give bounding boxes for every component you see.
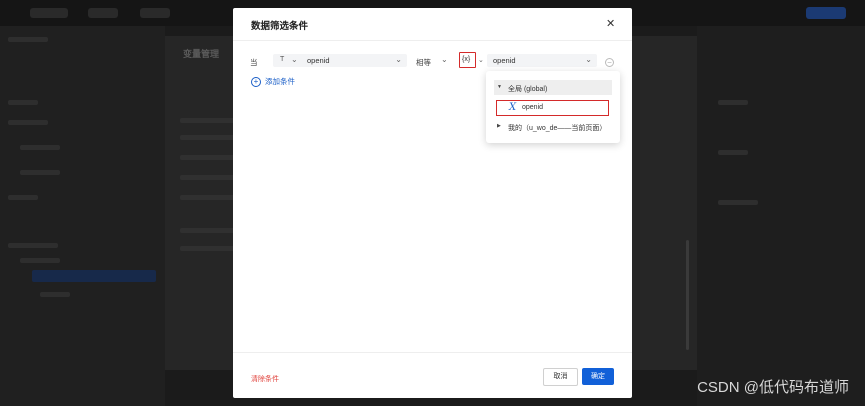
field-select[interactable]: T ⌄ openid ⌄ bbox=[273, 54, 407, 67]
group-label: 全局 (global) bbox=[508, 86, 548, 93]
ok-button[interactable]: 确定 bbox=[582, 368, 614, 385]
topbar-item bbox=[88, 8, 118, 18]
value-select[interactable]: openid ⌄ bbox=[487, 54, 597, 67]
sidebar-selected-item bbox=[32, 270, 156, 282]
filter-condition-modal: 数据筛选条件 ✕ 当 T ⌄ openid ⌄ 相等 ⌄ {x} ⌄ openi… bbox=[233, 8, 632, 398]
text-type-icon: T bbox=[280, 56, 285, 63]
chevron-down-icon: ⌄ bbox=[291, 55, 298, 64]
remove-condition-icon[interactable]: − bbox=[605, 58, 614, 67]
sidebar-line bbox=[8, 195, 38, 200]
variable-x-icon: X bbox=[509, 102, 517, 113]
add-condition-button[interactable]: + 添加条件 bbox=[251, 76, 295, 87]
sidebar-line bbox=[8, 243, 58, 248]
left-sidebar bbox=[0, 26, 165, 406]
chevron-down-icon: ⌄ bbox=[395, 55, 402, 64]
operator-select[interactable]: 相等 bbox=[416, 57, 431, 68]
close-icon[interactable]: ✕ bbox=[606, 17, 615, 30]
chevron-down-icon[interactable]: ⌄ bbox=[478, 56, 484, 64]
variable-dropdown: ▼ 全局 (global) X openid ▶ 我的（u_wo_de——当前页… bbox=[486, 71, 620, 143]
watermark: CSDN @低代码布道师 bbox=[697, 379, 849, 396]
variable-manager-title: 变量管理 bbox=[183, 49, 220, 59]
dropdown-group-mine[interactable]: ▶ 我的（u_wo_de——当前页面） bbox=[494, 119, 612, 134]
chevron-down-icon[interactable]: ⌄ bbox=[441, 55, 448, 64]
right-panel bbox=[697, 26, 865, 406]
modal-title: 数据筛选条件 bbox=[251, 21, 309, 32]
right-panel-line bbox=[718, 200, 758, 205]
variable-icon: {x} bbox=[462, 56, 471, 63]
sidebar-line bbox=[20, 170, 60, 175]
sidebar-line bbox=[8, 100, 38, 105]
sidebar-line bbox=[20, 258, 60, 263]
dropdown-item-openid[interactable]: X openid bbox=[496, 100, 609, 116]
group-label: 我的（u_wo_de——当前页面） bbox=[508, 125, 607, 132]
topbar-item bbox=[30, 8, 68, 18]
add-condition-label: 添加条件 bbox=[265, 77, 295, 86]
cancel-button[interactable]: 取消 bbox=[543, 368, 578, 386]
sidebar-line bbox=[40, 292, 70, 297]
condition-prefix: 当 bbox=[250, 58, 258, 67]
sidebar-line bbox=[8, 37, 48, 42]
topbar-action-button bbox=[806, 7, 846, 19]
right-panel-line bbox=[718, 100, 748, 105]
bg-scrollbar bbox=[686, 240, 689, 350]
plus-icon: + bbox=[251, 76, 261, 87]
right-panel-line bbox=[718, 150, 748, 155]
field-select-value: openid bbox=[307, 56, 330, 65]
topbar-item bbox=[140, 8, 170, 18]
item-label: openid bbox=[522, 104, 544, 111]
variable-toggle-button[interactable]: {x} bbox=[459, 52, 476, 68]
chevron-down-icon: ⌄ bbox=[585, 55, 592, 64]
sidebar-line bbox=[20, 145, 60, 150]
caret-right-icon: ▶ bbox=[497, 123, 501, 129]
clear-conditions-button[interactable]: 清除条件 bbox=[251, 374, 279, 384]
dropdown-group-global[interactable]: ▼ 全局 (global) bbox=[494, 80, 612, 95]
sidebar-line bbox=[8, 120, 48, 125]
caret-down-icon: ▼ bbox=[497, 84, 502, 90]
value-select-value: openid bbox=[493, 56, 516, 65]
